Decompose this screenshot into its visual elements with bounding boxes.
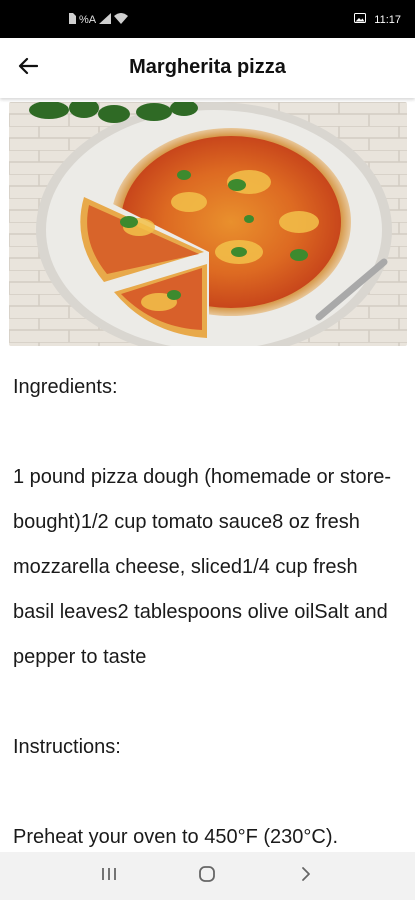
- wifi-icon: [114, 13, 129, 27]
- signal-icon: [99, 13, 112, 27]
- app-bar: Margherita pizza: [0, 38, 415, 98]
- ingredients-text: 1 pound pizza dough (homemade or store-b…: [13, 466, 392, 668]
- status-bar: %A 11:17: [0, 0, 415, 38]
- instructions-heading: Instructions:: [13, 736, 121, 758]
- status-right: 11:17: [354, 13, 401, 26]
- recent-apps-icon: [100, 866, 118, 887]
- recipe-image: [9, 102, 407, 346]
- nav-back-icon: [300, 866, 312, 887]
- status-time: 11:17: [374, 13, 401, 26]
- home-button[interactable]: [187, 856, 227, 896]
- system-navigation-bar: [0, 852, 415, 900]
- nav-back-button[interactable]: [286, 856, 326, 896]
- photo-notification-icon: [354, 13, 367, 26]
- home-icon: [198, 865, 216, 888]
- ingredients-heading: Ingredients:: [13, 376, 118, 398]
- page-title: Margherita pizza: [129, 56, 286, 78]
- status-left-indicators: %A: [68, 13, 129, 27]
- recent-apps-button[interactable]: [89, 856, 129, 896]
- recipe-content: Ingredients: 1 pound pizza dough (homema…: [13, 365, 403, 860]
- status-left-text: %A: [79, 14, 97, 26]
- sim-icon: [68, 13, 76, 27]
